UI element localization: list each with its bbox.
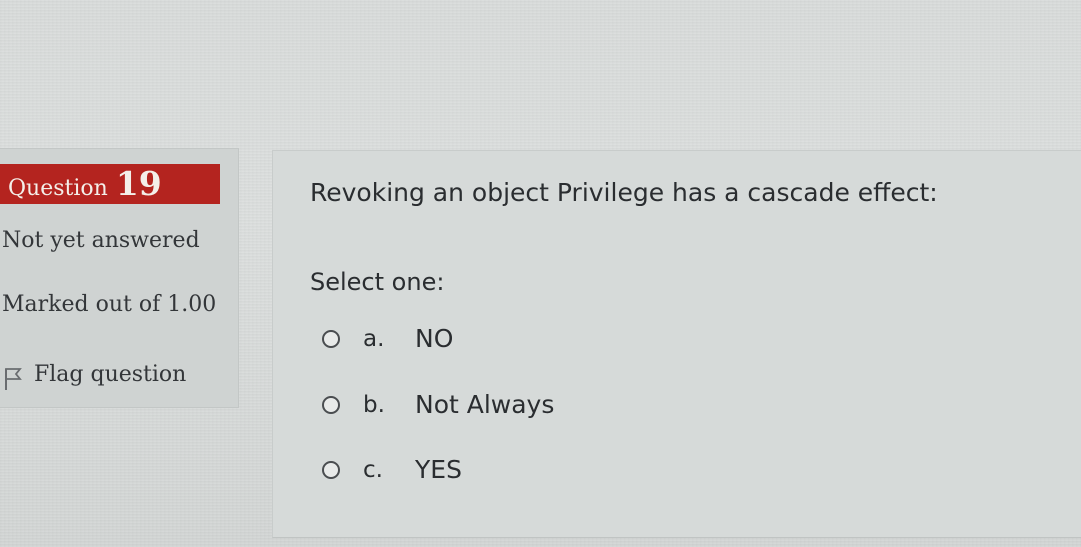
answer-option-a[interactable]: a. NO	[322, 324, 453, 353]
question-text: Revoking an object Privilege has a casca…	[310, 178, 938, 207]
flag-question-label: Flag question	[34, 361, 187, 387]
radio-button-icon[interactable]	[322, 395, 340, 414]
option-text: Not Always	[415, 390, 555, 419]
question-number-header: Question 19	[0, 164, 220, 204]
option-letter: c.	[363, 456, 383, 483]
flag-question-link[interactable]: Flag question	[2, 356, 186, 392]
select-one-prompt: Select one:	[310, 268, 445, 296]
radio-button-icon[interactable]	[322, 460, 340, 479]
option-text: NO	[415, 324, 454, 353]
answer-option-b[interactable]: b. Not Always	[322, 390, 554, 419]
question-state: Not yet answered	[2, 228, 200, 253]
answer-option-c[interactable]: c. YES	[322, 455, 462, 484]
question-grade: Marked out of 1.00	[2, 292, 217, 317]
question-number: 19	[115, 164, 162, 203]
option-letter: b.	[363, 391, 385, 418]
option-letter: a.	[363, 325, 385, 352]
option-text: YES	[415, 455, 462, 484]
radio-button-icon[interactable]	[322, 329, 340, 348]
question-label: Question	[8, 176, 108, 201]
flag-icon	[5, 368, 22, 390]
